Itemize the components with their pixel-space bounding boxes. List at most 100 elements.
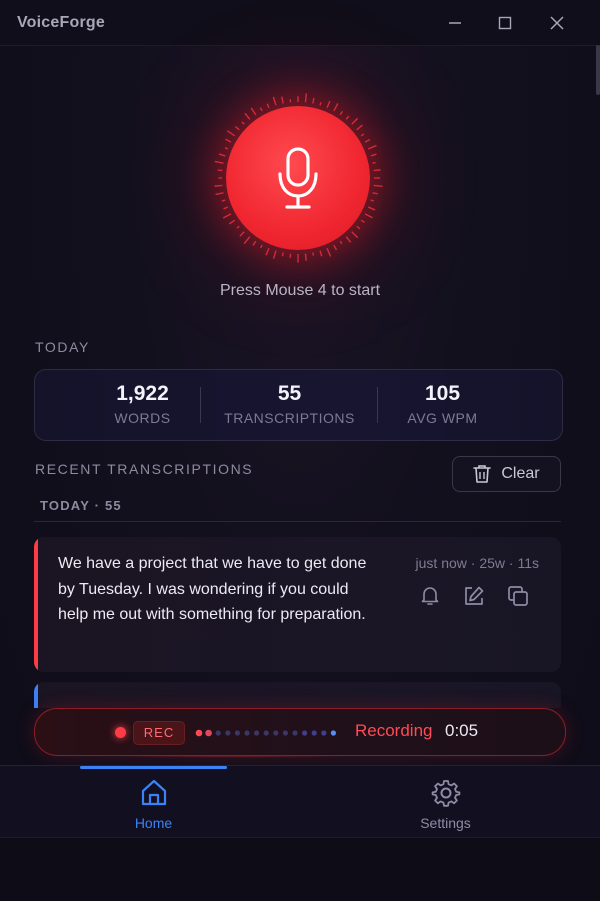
waveform-dot: [331, 730, 336, 735]
mic-tick: [244, 237, 250, 244]
waveform-dot: [264, 730, 269, 735]
stat-transcriptions: 55 TRANSCRIPTIONS: [217, 382, 362, 426]
active-tab-indicator: [80, 766, 227, 769]
mic-tick: [373, 163, 376, 164]
stat-divider: [377, 387, 378, 423]
mic-tick: [352, 118, 358, 124]
waveform-dot: [292, 730, 297, 735]
transcription-item[interactable]: We have a project that we have to get do…: [34, 537, 561, 672]
nav-settings[interactable]: Settings: [372, 778, 519, 831]
stat-value: 105: [385, 382, 500, 406]
group-label-today: TODAY · 55: [40, 498, 122, 513]
record-button[interactable]: [226, 106, 370, 250]
waveform-dot: [235, 730, 240, 735]
edit-icon: [463, 585, 485, 607]
waveform-dot: [273, 730, 278, 735]
app-title: VoiceForge: [17, 14, 105, 32]
mic-tick: [334, 103, 338, 111]
close-icon: [550, 16, 564, 30]
mic-tick: [320, 251, 322, 256]
minimize-button[interactable]: [442, 10, 468, 36]
bottom-nav: Home Settings: [0, 765, 600, 838]
mic-tick: [229, 220, 235, 224]
mic-tick: [327, 248, 330, 256]
mic-tick: [274, 251, 276, 259]
mic-tick: [320, 102, 321, 105]
stat-value: 55: [217, 382, 362, 406]
mic-tick: [253, 241, 256, 245]
waveform-dot: [225, 730, 230, 735]
copy-icon: [507, 585, 529, 607]
mic-tick: [267, 104, 269, 108]
mic-tick: [340, 111, 342, 114]
mic-tick: [227, 131, 234, 136]
nav-home[interactable]: Home: [80, 778, 227, 831]
transcription-text: We have a project that we have to get do…: [58, 551, 368, 628]
waveform-dot: [302, 730, 307, 735]
stat-avg-wpm: 105 AVG WPM: [385, 382, 500, 426]
mic-tick: [261, 245, 263, 248]
mic-tick: [368, 145, 376, 148]
mic-tick: [240, 232, 244, 236]
maximize-button[interactable]: [492, 10, 518, 36]
mic-tick: [313, 98, 314, 103]
recording-timer: 0:05: [445, 721, 478, 741]
mic-tick: [365, 140, 370, 143]
mic-tick: [214, 185, 222, 186]
mic-tick: [305, 93, 306, 102]
nav-label: Home: [80, 815, 227, 831]
stat-words: 1,922 WORDS: [75, 382, 210, 426]
waveform-dot: [283, 730, 288, 735]
mic-tick: [334, 245, 337, 250]
home-icon: [139, 778, 169, 808]
copy-button[interactable]: [505, 583, 531, 609]
bell-icon: [421, 586, 439, 606]
mic-tick: [340, 241, 342, 244]
mic-tick: [226, 139, 231, 142]
mic-tick: [225, 148, 228, 149]
mic-tick: [216, 193, 224, 195]
mic-tick: [374, 170, 381, 171]
mic-tick: [215, 161, 224, 163]
minimize-icon: [448, 16, 462, 30]
transcription-item[interactable]: [34, 682, 561, 708]
waveform-dots: [195, 727, 345, 739]
mic-tick: [352, 232, 358, 238]
edit-button[interactable]: [461, 583, 487, 609]
app-window: VoiceForge Press Mouse 4 to start TODAY …: [0, 0, 600, 900]
waveform-dot: [244, 730, 249, 735]
mic-tick: [371, 154, 377, 156]
window-footer: [0, 837, 600, 901]
today-label: TODAY: [35, 339, 90, 355]
accent-bar: [34, 537, 38, 672]
stat-divider: [200, 387, 201, 423]
mic-tick: [282, 253, 283, 257]
clear-button[interactable]: Clear: [452, 456, 561, 492]
mic-tick: [242, 122, 244, 124]
waveform-dot: [254, 730, 259, 735]
mic-tick: [223, 214, 231, 218]
mic-tick: [266, 248, 269, 255]
close-button[interactable]: [544, 10, 570, 36]
scrollbar[interactable]: [596, 45, 600, 95]
gear-icon: [431, 778, 461, 808]
mic-area: [213, 93, 383, 263]
mic-tick: [357, 125, 363, 130]
trash-icon: [473, 464, 491, 484]
title-bar: VoiceForge: [0, 0, 600, 46]
mic-tick: [313, 253, 314, 256]
mic-tick: [260, 108, 262, 111]
mic-tick: [219, 154, 225, 156]
divider: [34, 521, 561, 522]
mic-tick: [374, 185, 383, 186]
waveform-dot: [312, 730, 317, 735]
recent-label: RECENT TRANSCRIPTIONS: [35, 461, 253, 477]
maximize-icon: [498, 16, 512, 30]
recording-status: Recording: [355, 721, 433, 741]
notify-button[interactable]: [417, 583, 443, 609]
start-hint: Press Mouse 4 to start: [0, 282, 600, 300]
waveform-dot: [205, 730, 212, 737]
stat-value: 1,922: [75, 382, 210, 406]
recording-bar[interactable]: REC Recording 0:05: [34, 708, 566, 756]
mic-tick: [222, 200, 225, 201]
